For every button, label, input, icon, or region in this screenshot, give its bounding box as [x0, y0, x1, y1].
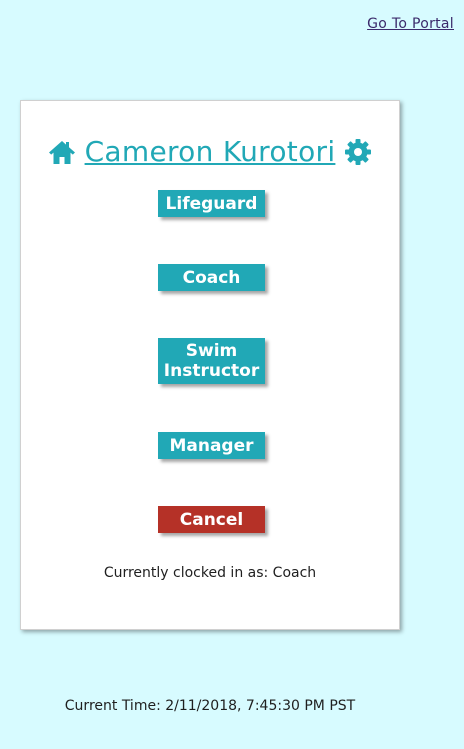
home-icon[interactable]: [47, 137, 77, 167]
user-header: Cameron Kurotori: [21, 135, 399, 168]
clocked-in-status: Currently clocked in as: Coach: [103, 565, 317, 581]
role-manager-button[interactable]: Manager: [158, 432, 265, 459]
clock-in-card: Cameron Kurotori Lifeguard Coach Swim In: [20, 100, 400, 630]
gear-icon[interactable]: [343, 137, 373, 167]
current-time: Current Time: 2/11/2018, 7:45:30 PM PST: [64, 698, 356, 714]
role-swim-instructor-button[interactable]: Swim Instructor: [158, 338, 265, 384]
go-to-portal-link[interactable]: Go To Portal: [367, 16, 454, 32]
user-name-link[interactable]: Cameron Kurotori: [85, 135, 336, 168]
cancel-button[interactable]: Cancel: [158, 506, 265, 533]
role-lifeguard-button[interactable]: Lifeguard: [158, 190, 265, 217]
role-coach-button[interactable]: Coach: [158, 264, 265, 291]
